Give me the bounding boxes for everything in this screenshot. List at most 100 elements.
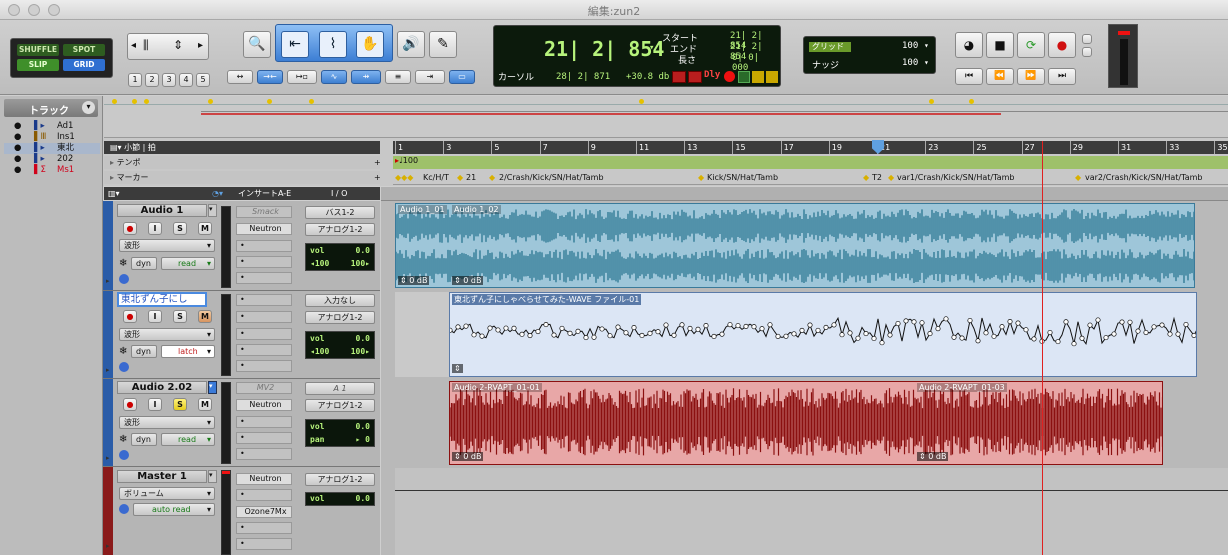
freeze-icon[interactable]: ❄ [119,346,127,357]
automation-breakpoint[interactable] [895,320,901,327]
pan-right-value[interactable]: 100▸ [351,347,370,356]
insert-slot[interactable]: Smack [236,206,292,218]
grid-value[interactable]: 100 [902,41,918,51]
automation-breakpoint[interactable] [839,332,845,338]
track-menu-icon[interactable]: ▾ [208,381,217,394]
pan-left-value[interactable]: ◂100 [310,347,329,356]
output-selector[interactable]: アナログ1-2 [305,473,375,486]
pre-post-roll-button[interactable]: ⇥ [415,70,445,84]
automation-breakpoint[interactable] [687,325,693,332]
insert-slot[interactable]: • [236,432,292,444]
automation-breakpoint[interactable] [1127,319,1133,325]
transport-option-2[interactable] [1082,47,1092,57]
automation-breakpoint[interactable] [471,332,477,338]
input-selector[interactable]: A 1 [305,382,375,395]
pan-left-value[interactable]: ◂100 [310,259,329,268]
automation-breakpoint[interactable] [823,324,829,330]
insert-slot[interactable]: • [236,311,292,323]
automation-breakpoint[interactable] [1159,322,1165,328]
insert-slot[interactable]: • [236,272,292,284]
timebase-icon[interactable]: ◔▾ [212,187,223,200]
automation-breakpoint[interactable] [831,322,837,328]
link-timeline-button[interactable]: →← [257,70,283,84]
bars-ruler[interactable]: 1 3 5 7 9 11 13 15 17 19 21 23 25 27 29 31 33 35 [393,141,1228,154]
automation-breakpoint[interactable] [879,340,885,346]
automation-breakpoint[interactable] [951,334,957,340]
clip-gain[interactable]: ⇕ 0 dB [398,276,430,285]
insert-slot[interactable]: • [236,256,292,268]
clip-gain[interactable]: ⇕ 0 dB [917,452,949,461]
zoom-out-icon[interactable]: ◂ [131,40,136,51]
automation-breakpoint[interactable] [847,330,853,336]
input-selector[interactable]: 入力なし [305,294,375,307]
record-enable-button[interactable]: ● [123,398,137,411]
bars-ruler-label[interactable]: ▤▾ 小節 | 拍 [104,141,380,154]
online-button[interactable]: ◕ [955,32,983,58]
insert-slot[interactable]: • [236,360,292,372]
length-value[interactable]: 0| 0| 000 [732,53,780,73]
track-list-item[interactable]: ● ▌▸ Ad1 [4,121,100,132]
automation-breakpoint[interactable] [543,322,549,328]
track-name-plate[interactable]: Audio 2.02 [117,381,207,394]
dyn-button[interactable]: dyn [131,257,157,270]
automation-breakpoint[interactable] [1151,324,1157,330]
automation-breakpoint[interactable] [583,335,589,341]
online-indicator-icon[interactable] [724,71,735,82]
track-list-item[interactable]: ● ▌Ⅲ Ins1 [4,132,100,143]
automation-breakpoint[interactable] [655,329,661,335]
marker[interactable]: 2/Crash/Kick/SN/Hat/Tamb [499,171,604,185]
automation-breakpoint[interactable] [487,325,493,331]
clip-indicator[interactable] [1118,31,1130,35]
timebase-icon[interactable] [119,362,129,372]
automation-mode-select[interactable]: auto read ▾ [133,503,215,516]
link-track-button[interactable]: ↦▫ [287,70,317,84]
track-list-item[interactable]: ● ▌Σ Ms1 [4,165,100,176]
pan-value[interactable]: ▸ 0 [356,435,370,444]
automation-breakpoint[interactable] [1103,335,1109,341]
record-button[interactable]: ● [1048,32,1076,58]
automation-breakpoint[interactable] [1015,320,1021,326]
automation-breakpoint[interactable] [1111,331,1117,337]
input-selector[interactable]: バス1-2 [305,206,375,219]
automation-breakpoint[interactable] [871,335,877,342]
marker[interactable]: var1/Crash/Kick/SN/Hat/Tamb [897,171,1014,185]
clip-gain[interactable]: ⇕ 0 dB [452,452,484,461]
automation-breakpoint[interactable] [927,331,933,337]
track-zunko[interactable]: 東北ずん子にし ● I S M 波形 ▾ ❄ dyn latch ▾ ▸ • • •… [103,291,380,379]
main-counter-value[interactable]: 21| 2| 854 [544,37,664,61]
mirror-midi-button[interactable]: ≡ [385,70,411,84]
trim-tool[interactable]: ⇤ [281,31,309,58]
automation-breakpoint[interactable] [575,328,581,334]
grid-label[interactable]: グリッド [809,42,851,52]
automation-breakpoint[interactable] [935,326,941,332]
nudge-dropdown-icon[interactable]: ▾ [924,58,929,67]
automation-breakpoint[interactable] [863,331,869,337]
automation-breakpoint[interactable] [615,324,621,330]
automation-breakpoint[interactable] [695,326,701,332]
marker[interactable]: var2/Crash/Kick/SN/Hat/Tamb [1085,171,1202,185]
automation-breakpoint[interactable] [807,322,813,328]
automation-breakpoint[interactable] [783,333,789,339]
record-meter-icon[interactable] [672,71,686,83]
play-button[interactable]: ⟳ [1017,32,1045,58]
transport-option-1[interactable] [1082,34,1092,44]
automation-breakpoint[interactable] [735,323,741,329]
automation-breakpoint[interactable] [719,331,725,337]
automation-breakpoint[interactable] [663,322,669,328]
add-tempo-icon[interactable]: + [374,156,381,169]
automation-mode-select[interactable]: read ▾ [161,257,215,270]
automation-breakpoint[interactable] [743,323,749,329]
insert-slot[interactable]: Neutron [236,223,292,235]
input-monitor-button[interactable]: I [148,398,162,411]
automation-breakpoint[interactable] [767,322,773,328]
grid-indicator-icon[interactable] [738,71,750,83]
automation-breakpoint[interactable] [495,327,501,333]
insert-slot[interactable]: • [236,294,292,306]
audio-region[interactable]: 東北ずん子にしゃべらせてみた-WAVE ファイル-01 ⇕ [449,292,1197,377]
automation-breakpoint[interactable] [631,325,637,331]
audio-region[interactable]: Audio 2-RVAPT_01-01 Audio 2-RVAPT_01-03 … [449,381,1163,465]
automation-breakpoint[interactable] [1007,319,1013,325]
automation-breakpoint[interactable] [759,326,765,332]
track-name-plate[interactable]: Master 1 [117,470,207,483]
rewind-button[interactable]: ⏪ [986,68,1014,85]
